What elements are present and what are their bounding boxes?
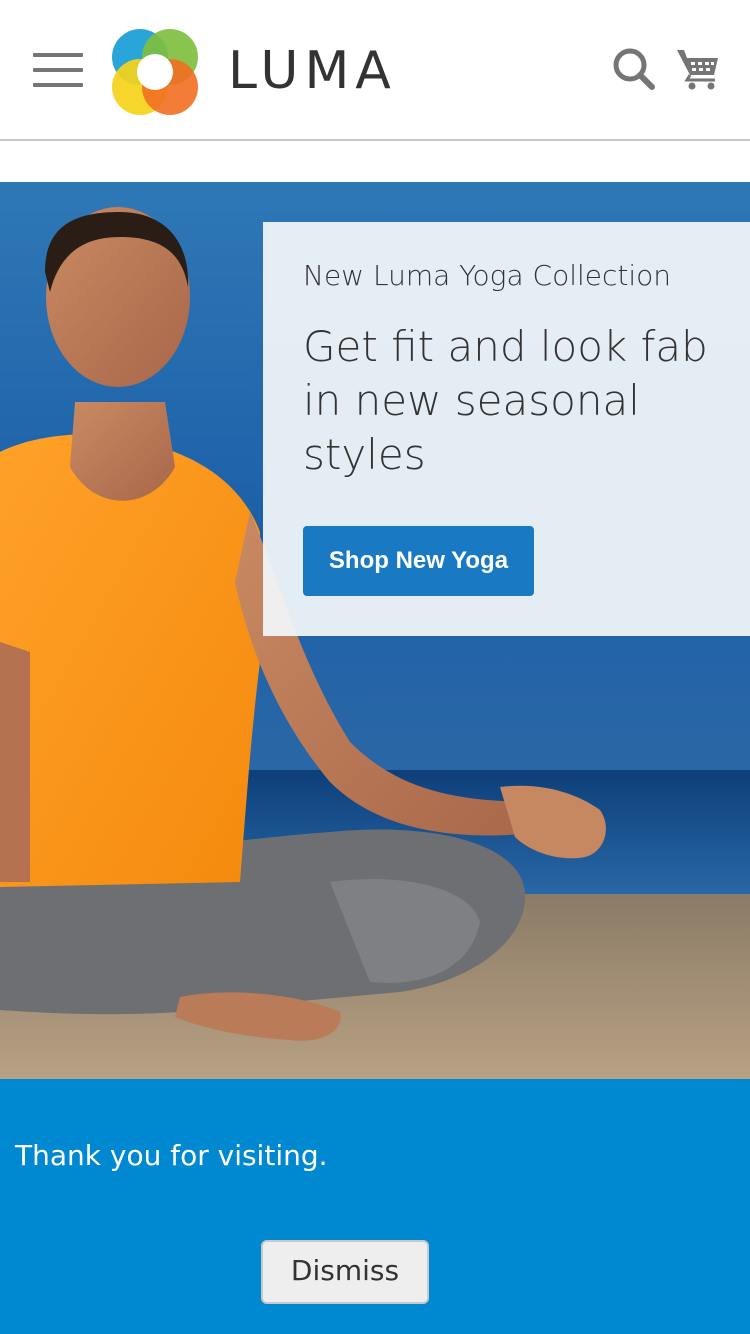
hamburger-menu-icon[interactable] [33,53,83,89]
promo-headline: Get fit and look fab in new seasonal sty… [303,322,708,479]
site-header: LUMA [0,0,750,141]
luma-logo-mark-icon [112,29,198,115]
hero-banner: New Luma Yoga Collection Get fit and loo… [0,182,750,1079]
hamburger-line [33,83,83,87]
hamburger-line [33,68,83,72]
shopping-cart-icon[interactable] [674,44,722,92]
logo-wordmark: LUMA [228,41,397,101]
cookie-notice: Thank you for visiting. Dismiss [0,1079,750,1334]
dismiss-button[interactable]: Dismiss [261,1240,429,1304]
luma-logo[interactable]: LUMA [110,27,410,117]
shop-new-yoga-button[interactable]: Shop New Yoga [303,526,534,596]
search-icon[interactable] [610,45,658,93]
hamburger-line [33,53,83,57]
notice-message: Thank you for visiting. [15,1139,328,1172]
promo-card: New Luma Yoga Collection Get fit and loo… [263,222,750,636]
promo-kicker: New Luma Yoga Collection [303,259,672,292]
